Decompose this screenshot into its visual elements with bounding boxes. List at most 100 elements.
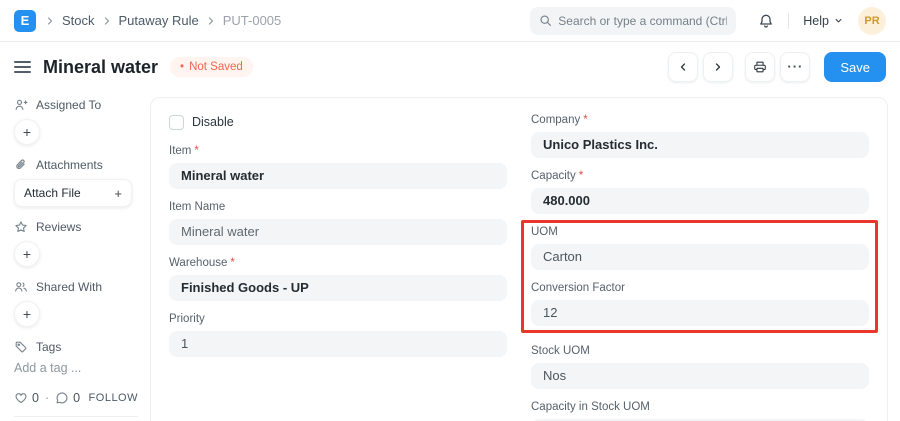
disable-field: Disable <box>169 114 507 130</box>
shared-with-label: Shared With <box>36 280 102 294</box>
likes-count: 0 <box>32 391 39 405</box>
chevron-right-icon <box>712 61 724 73</box>
search-input[interactable] <box>558 14 727 28</box>
form-sidebar: Assigned To + Attachments Attach File + … <box>0 92 150 421</box>
assigned-to-section: Assigned To <box>14 98 136 112</box>
item-name-label: Item Name <box>169 201 507 213</box>
tags-section: Tags <box>14 340 136 354</box>
required-marker: * <box>230 257 234 269</box>
dot-separator: · <box>45 391 49 405</box>
form-card: Disable Item * Mineral water Item Name M… <box>150 97 888 421</box>
breadcrumb-stock[interactable]: Stock <box>62 13 95 28</box>
priority-label: Priority <box>169 313 507 325</box>
capacity-in-stock-uom-field: Capacity in Stock UOM 5,760 <box>531 401 869 421</box>
conversion-factor-label: Conversion Factor <box>531 282 869 294</box>
comment-icon[interactable] <box>55 391 69 405</box>
notifications-bell-icon[interactable] <box>758 13 774 29</box>
comments-count-group: 0 <box>55 391 80 405</box>
attach-file-label: Attach File <box>24 186 81 200</box>
page-header: Mineral water • Not Saved ··· Save <box>0 42 900 92</box>
warehouse-input[interactable]: Finished Goods - UP <box>169 275 507 301</box>
warehouse-field: Warehouse * Finished Goods - UP <box>169 257 507 301</box>
reviews-section: Reviews <box>14 220 136 234</box>
tags-label: Tags <box>36 340 61 354</box>
required-marker: * <box>579 170 583 182</box>
disable-label: Disable <box>192 115 234 129</box>
item-name-input[interactable]: Mineral water <box>169 219 507 245</box>
capacity-label: Capacity * <box>531 170 869 182</box>
status-label: Not Saved <box>189 61 243 73</box>
conversion-factor-input[interactable]: 12 <box>531 300 869 326</box>
item-label: Item * <box>169 145 507 157</box>
sidebar-footer: 0 · 0 FOLLOW <box>14 391 138 417</box>
tag-icon <box>14 340 28 354</box>
uom-input[interactable]: Carton <box>531 244 869 270</box>
uom-field: UOM Carton <box>531 226 869 270</box>
help-menu[interactable]: Help <box>803 14 844 28</box>
follow-button[interactable]: FOLLOW <box>89 392 138 404</box>
company-label: Company * <box>531 114 869 126</box>
person-plus-icon <box>14 98 28 112</box>
printer-icon <box>753 60 767 74</box>
global-search[interactable] <box>530 7 736 35</box>
status-dot: • <box>180 61 184 73</box>
required-marker: * <box>583 114 587 126</box>
add-tag-input[interactable]: Add a tag ... <box>14 361 136 375</box>
users-icon <box>14 280 28 294</box>
ellipsis-icon: ··· <box>787 62 803 72</box>
attachments-label: Attachments <box>36 158 103 172</box>
next-document-button[interactable] <box>703 52 733 82</box>
chevron-down-icon <box>833 15 844 26</box>
form-column-left: Disable Item * Mineral water Item Name M… <box>169 114 507 421</box>
item-input[interactable]: Mineral water <box>169 163 507 189</box>
comments-count: 0 <box>73 391 80 405</box>
capacity-in-stock-uom-label: Capacity in Stock UOM <box>531 401 869 413</box>
chevron-right-icon <box>205 15 217 27</box>
stock-uom-label: Stock UOM <box>531 345 869 357</box>
capacity-field: Capacity * 480.000 <box>531 170 869 214</box>
shared-with-section: Shared With <box>14 280 136 294</box>
prev-document-button[interactable] <box>668 52 698 82</box>
breadcrumb-putaway-rule[interactable]: Putaway Rule <box>119 13 199 28</box>
help-label: Help <box>803 14 829 28</box>
heart-icon[interactable] <box>14 391 28 405</box>
print-button[interactable] <box>745 52 775 82</box>
chevron-right-icon <box>101 15 113 27</box>
add-assignment-button[interactable]: + <box>14 119 40 145</box>
priority-field: Priority 1 <box>169 313 507 357</box>
company-field: Company * Unico Plastics Inc. <box>531 114 869 158</box>
breadcrumb: Stock Putaway Rule PUT-0005 <box>44 13 281 28</box>
add-review-button[interactable]: + <box>14 241 40 267</box>
company-input[interactable]: Unico Plastics Inc. <box>531 132 869 158</box>
capacity-input[interactable]: 480.000 <box>531 188 869 214</box>
app-logo-icon[interactable]: E <box>14 10 36 32</box>
likes-count-group: 0 <box>14 391 39 405</box>
user-avatar[interactable]: PR <box>858 7 886 35</box>
disable-checkbox[interactable] <box>169 115 184 130</box>
more-menu-button[interactable]: ··· <box>780 52 810 82</box>
search-icon <box>539 14 552 27</box>
assigned-to-label: Assigned To <box>36 98 101 112</box>
paperclip-icon <box>14 158 28 172</box>
stock-uom-field: Stock UOM Nos <box>531 345 869 389</box>
chevron-right-icon <box>44 15 56 27</box>
save-button[interactable]: Save <box>824 52 886 82</box>
navbar: E Stock Putaway Rule PUT-0005 Help <box>0 0 900 42</box>
attach-file-button[interactable]: Attach File + <box>14 179 132 207</box>
form-column-right: Company * Unico Plastics Inc. Capacity *… <box>531 114 869 421</box>
content-area: Assigned To + Attachments Attach File + … <box>0 92 900 421</box>
navbar-right: Help PR <box>530 7 886 35</box>
required-marker: * <box>194 145 198 157</box>
breadcrumb-current-doc[interactable]: PUT-0005 <box>223 13 282 28</box>
star-icon <box>14 220 28 234</box>
stock-uom-input[interactable]: Nos <box>531 363 869 389</box>
status-badge: • Not Saved <box>170 57 253 77</box>
add-share-button[interactable]: + <box>14 301 40 327</box>
sidebar-toggle-icon[interactable] <box>14 61 31 73</box>
priority-input[interactable]: 1 <box>169 331 507 357</box>
plus-icon: + <box>114 186 122 201</box>
item-name-field: Item Name Mineral water <box>169 201 507 245</box>
divider <box>788 13 789 29</box>
item-field: Item * Mineral water <box>169 145 507 189</box>
attachments-section: Attachments <box>14 158 136 172</box>
